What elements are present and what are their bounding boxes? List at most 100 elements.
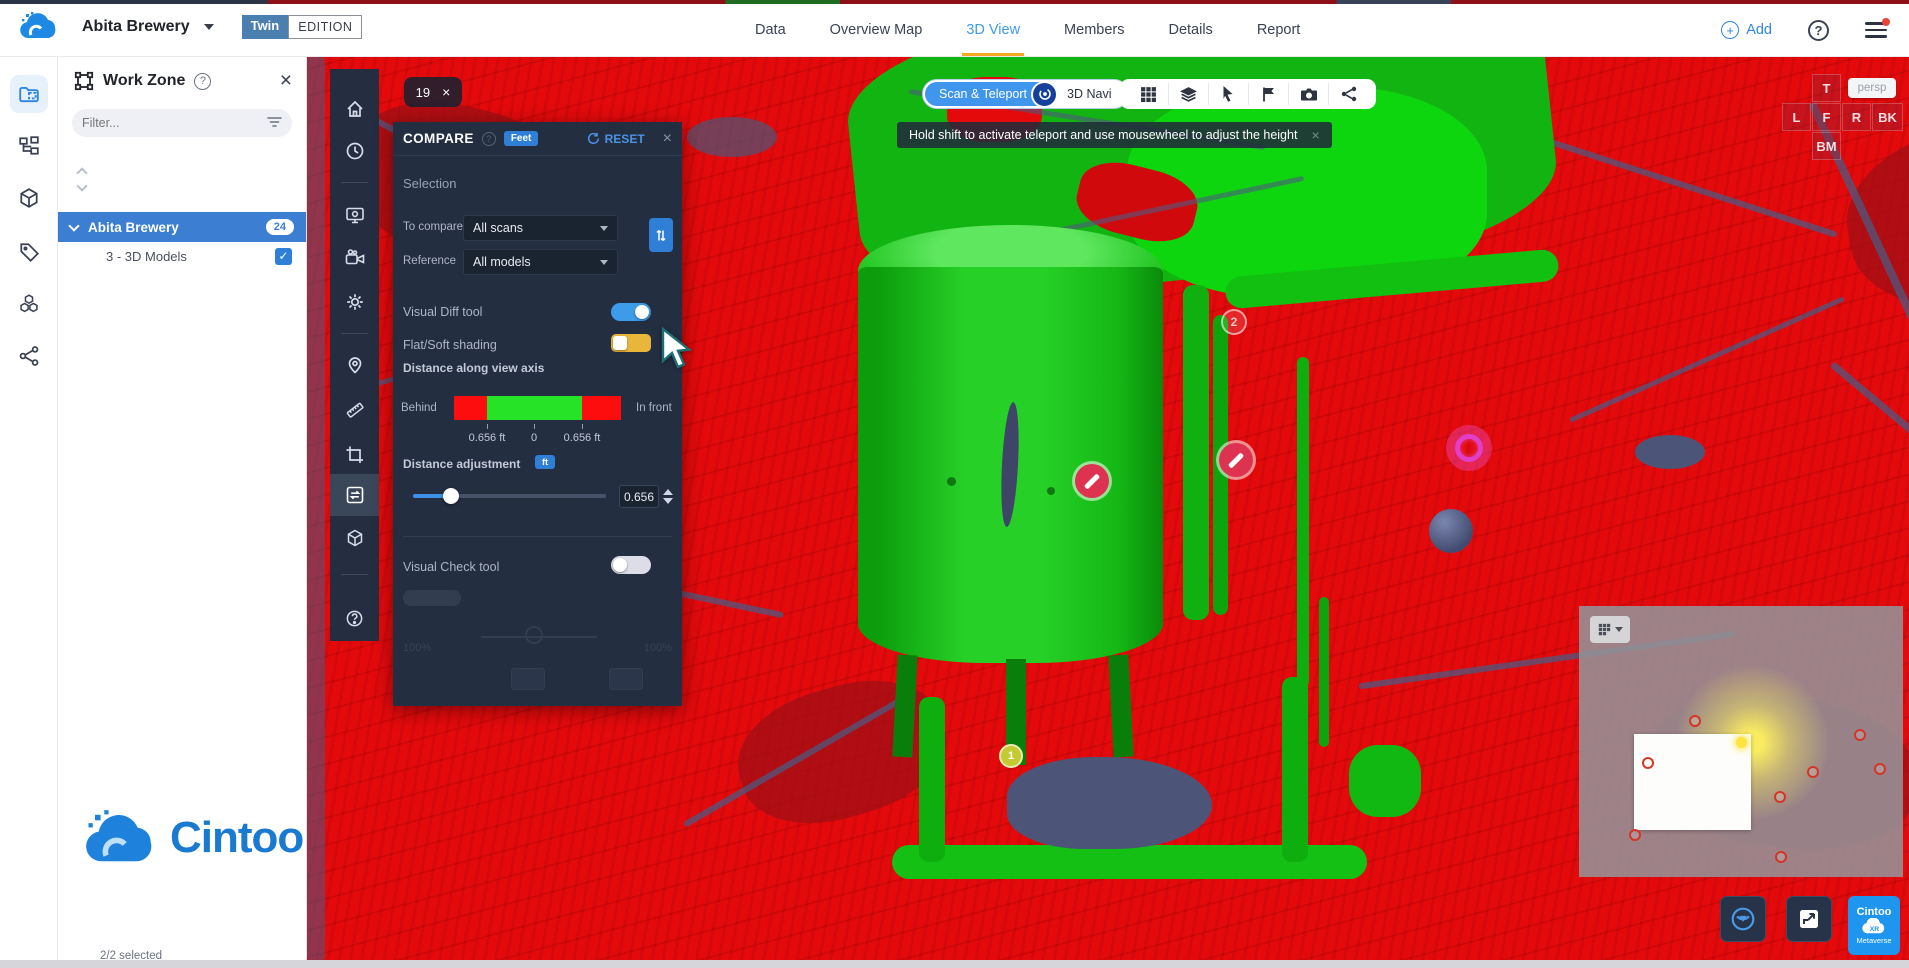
org-chevron-down-icon[interactable] bbox=[204, 24, 214, 30]
toolbar-divider bbox=[341, 182, 368, 183]
collapse-down-icon[interactable] bbox=[76, 180, 87, 191]
rail-tree-button[interactable] bbox=[10, 127, 48, 165]
compare-button[interactable] bbox=[330, 474, 379, 516]
views-button[interactable] bbox=[330, 194, 379, 236]
measure-button[interactable] bbox=[330, 389, 379, 431]
visual-diff-toggle[interactable] bbox=[611, 303, 651, 321]
layers-button[interactable] bbox=[1168, 83, 1208, 105]
distance-value-input[interactable] bbox=[620, 486, 658, 507]
to-compare-value: All scans bbox=[473, 221, 523, 235]
org-name[interactable]: Abita Brewery bbox=[82, 18, 190, 36]
menu-button[interactable] bbox=[1865, 22, 1887, 38]
work-zone-close-button[interactable]: × bbox=[280, 69, 292, 93]
magenta-marker[interactable] bbox=[1455, 434, 1483, 462]
scan-position-dot[interactable] bbox=[1874, 763, 1886, 775]
minimap-grid-button[interactable] bbox=[1590, 616, 1630, 643]
home-button[interactable] bbox=[330, 88, 379, 130]
tree-expand-chevron-icon[interactable] bbox=[68, 220, 79, 231]
distance-stepper[interactable] bbox=[661, 484, 674, 509]
work-zone-help-icon[interactable]: ? bbox=[194, 73, 211, 90]
green-pipe bbox=[919, 697, 945, 862]
swap-selection-button[interactable] bbox=[649, 218, 673, 252]
nav-overview-map[interactable]: Overview Map bbox=[830, 4, 923, 56]
select-cursor-button[interactable] bbox=[1208, 83, 1248, 105]
annotation-marker[interactable] bbox=[1219, 443, 1253, 477]
viewcube-front[interactable]: F bbox=[1812, 103, 1841, 131]
share-view-button[interactable] bbox=[1328, 83, 1368, 105]
minimap-toggle-button[interactable] bbox=[1720, 896, 1766, 942]
bottom-scrollbar-strip[interactable] bbox=[0, 960, 1909, 968]
scan-tab-close-icon[interactable]: × bbox=[442, 84, 450, 100]
nav-members[interactable]: Members bbox=[1064, 4, 1124, 56]
model-button[interactable] bbox=[330, 517, 379, 559]
viewcube-top[interactable]: T bbox=[1812, 74, 1841, 102]
nav-details[interactable]: Details bbox=[1168, 4, 1212, 56]
to-compare-dropdown[interactable]: All scans bbox=[463, 215, 618, 241]
teleport-icon[interactable] bbox=[1031, 81, 1058, 108]
visual-check-toggle[interactable] bbox=[611, 556, 651, 574]
scan-position-dot[interactable] bbox=[1774, 791, 1786, 803]
scan-marker-1[interactable]: 1 bbox=[999, 744, 1023, 768]
distance-slider-track[interactable] bbox=[413, 494, 606, 498]
clipping-button[interactable] bbox=[330, 434, 379, 476]
help-button[interactable]: ? bbox=[1808, 20, 1829, 41]
tree-row-3d-models[interactable]: 3 - 3D Models ✓ bbox=[58, 242, 306, 270]
history-button[interactable] bbox=[330, 130, 379, 172]
scan-tab[interactable]: 19 × bbox=[404, 77, 462, 107]
collapse-up-icon[interactable] bbox=[76, 167, 87, 178]
tooltip-close-icon[interactable]: × bbox=[1311, 127, 1319, 143]
cintoo-metaverse-button[interactable]: Cintoo XR Metaverse bbox=[1848, 896, 1900, 955]
rail-work-zone-button[interactable] bbox=[10, 75, 48, 113]
visibility-checkbox[interactable]: ✓ bbox=[275, 248, 292, 265]
filter-icon[interactable] bbox=[267, 117, 282, 130]
add-button[interactable]: + Add bbox=[1721, 21, 1772, 39]
tank-fitting bbox=[947, 477, 956, 486]
3d-navi-button[interactable]: 3D Navi bbox=[1058, 87, 1125, 101]
toolbar-help-button[interactable] bbox=[330, 597, 379, 639]
nav-data[interactable]: Data bbox=[755, 4, 786, 56]
visual-check-label: Visual Check tool bbox=[403, 560, 499, 574]
viewcube-bottom[interactable]: BM bbox=[1812, 132, 1841, 160]
annotation-marker[interactable] bbox=[1075, 464, 1109, 498]
fullscreen-button[interactable] bbox=[1786, 896, 1832, 942]
shading-toggle[interactable] bbox=[611, 334, 651, 352]
green-pipe bbox=[1297, 357, 1309, 687]
stepper-down-icon[interactable] bbox=[663, 498, 673, 504]
reset-button[interactable]: RESET bbox=[587, 132, 645, 146]
screenshot-button[interactable] bbox=[1288, 83, 1328, 105]
cintoo-cloud-logo-icon bbox=[82, 809, 160, 867]
flag-annotation-button[interactable] bbox=[1248, 83, 1288, 105]
scale-tick-label: 0 bbox=[531, 432, 537, 444]
panel-divider bbox=[403, 536, 672, 537]
stepper-up-icon[interactable] bbox=[663, 489, 673, 495]
scan-position-dot[interactable] bbox=[1775, 851, 1787, 863]
viewcube-left[interactable]: L bbox=[1782, 103, 1811, 131]
rail-tags-button[interactable] bbox=[10, 233, 48, 271]
nav-3d-view[interactable]: 3D View bbox=[966, 4, 1020, 56]
scan-marker-2[interactable]: 2 bbox=[1221, 309, 1247, 335]
scan-position-dot[interactable] bbox=[1642, 757, 1654, 769]
grid-view-button[interactable] bbox=[1128, 83, 1168, 105]
compare-help-icon[interactable]: ? bbox=[482, 132, 496, 146]
minimap[interactable] bbox=[1579, 606, 1903, 877]
rail-3d-model-button[interactable] bbox=[10, 179, 48, 217]
tree-row-root[interactable]: Abita Brewery 24 bbox=[58, 212, 306, 242]
filter-input[interactable] bbox=[82, 116, 267, 130]
compare-close-button[interactable]: × bbox=[663, 130, 672, 148]
tree-collapse-controls bbox=[78, 169, 86, 190]
annotations-button[interactable] bbox=[330, 344, 379, 386]
settings-button[interactable] bbox=[330, 281, 379, 323]
rail-share-button[interactable] bbox=[10, 337, 48, 375]
rail-assets-button[interactable] bbox=[10, 285, 48, 323]
distance-slider-handle[interactable] bbox=[443, 488, 459, 504]
projection-toggle[interactable]: persp bbox=[1848, 78, 1896, 98]
viewcube-back[interactable]: BK bbox=[1872, 103, 1903, 131]
scan-position-dot[interactable] bbox=[1689, 715, 1701, 727]
scan-position-dot[interactable] bbox=[1854, 729, 1866, 741]
reference-dropdown[interactable]: All models bbox=[463, 249, 618, 275]
camera-path-button[interactable] bbox=[330, 237, 379, 279]
scan-position-dot[interactable] bbox=[1807, 766, 1819, 778]
viewcube-right[interactable]: R bbox=[1842, 103, 1871, 131]
scan-position-dot[interactable] bbox=[1629, 829, 1641, 841]
nav-report[interactable]: Report bbox=[1257, 4, 1301, 56]
